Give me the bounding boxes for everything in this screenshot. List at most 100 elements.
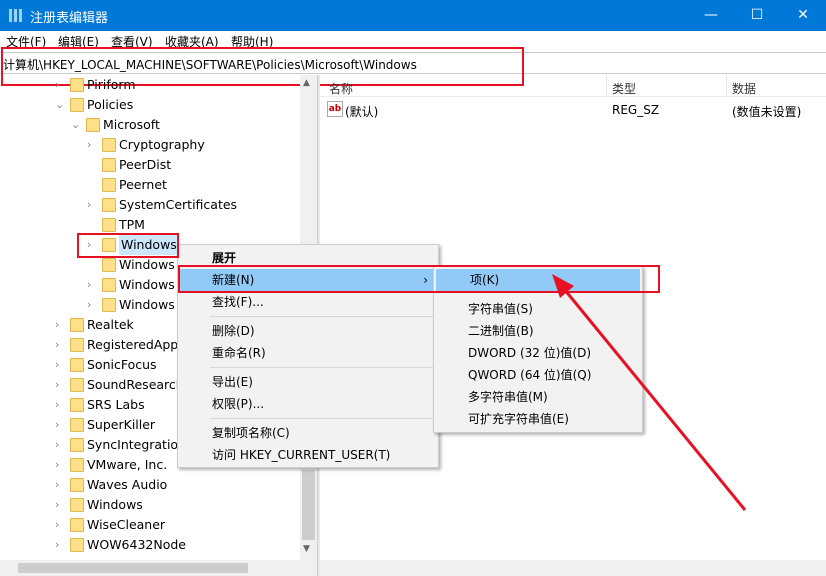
folder-icon [70, 338, 84, 352]
tree-item-label: Windows [87, 497, 143, 512]
window-title: 注册表编辑器 [30, 11, 109, 26]
value-type: REG_SZ [612, 103, 660, 117]
folder-icon [70, 458, 84, 472]
scroll-down-arrow-icon[interactable]: ▼ [303, 544, 310, 554]
chevron-right-icon[interactable]: › [55, 455, 65, 475]
close-button[interactable]: ✕ [780, 0, 826, 31]
string-value-icon: ab [327, 101, 343, 117]
chevron-right-icon[interactable]: › [87, 135, 97, 155]
folder-icon [102, 158, 116, 172]
tree-item[interactable]: › WOW6432Node [0, 535, 300, 555]
menu-item-permissions[interactable]: 权限(P)... [178, 393, 438, 415]
value-data: (数值未设置) [732, 105, 802, 119]
column-name[interactable]: 名称 [329, 80, 353, 97]
folder-icon [70, 378, 84, 392]
column-data[interactable]: 数据 [732, 80, 756, 97]
tree-item-label: Waves Audio [87, 477, 168, 492]
tree-item[interactable]: ⌄ Policies [0, 95, 300, 115]
folder-icon [70, 418, 84, 432]
tree-horizontal-scrollbar[interactable] [0, 560, 318, 576]
tree-item-label: Piriform [87, 77, 136, 92]
column-type[interactable]: 类型 [612, 80, 636, 97]
tree-item-label: Peernet [119, 177, 167, 192]
folder-icon [70, 98, 84, 112]
chevron-right-icon[interactable]: › [87, 195, 97, 215]
tree-scroll-thumb[interactable] [302, 470, 315, 540]
chevron-down-icon[interactable]: ⌄ [71, 115, 81, 135]
tree-item-label: PeerDist [119, 157, 172, 172]
menu-item-rename[interactable]: 重命名(R) [178, 342, 438, 364]
minimize-button[interactable]: — [688, 0, 734, 31]
menu-item-find[interactable]: 查找(F)... [178, 291, 438, 313]
chevron-right-icon[interactable]: › [87, 295, 97, 315]
tree-item-label: Windows [119, 297, 175, 312]
folder-icon [70, 438, 84, 452]
regedit-app-icon [9, 9, 23, 22]
chevron-right-icon[interactable]: › [55, 315, 65, 335]
tree-item[interactable]: › Waves Audio [0, 475, 300, 495]
tree-item-label: SoundResearch [87, 377, 184, 392]
tree-item-label: SuperKiller [87, 417, 156, 432]
folder-icon [70, 518, 84, 532]
chevron-right-icon[interactable]: › [55, 495, 65, 515]
tree-item-label: Windows [119, 257, 175, 272]
chevron-down-icon[interactable]: ⌄ [55, 95, 65, 115]
chevron-right-icon[interactable]: › [55, 75, 65, 95]
tree-item-label: SystemCertificates [119, 197, 238, 212]
title-bar: 注册表编辑器 — ☐ ✕ [0, 0, 826, 31]
tree-item-label: SonicFocus [87, 357, 157, 372]
tree-item-label: WOW6432Node [87, 537, 186, 552]
tree-item[interactable]: › SystemCertificates [0, 195, 300, 215]
list-horizontal-scrollbar[interactable] [320, 560, 826, 576]
menu-item-copy-key-name[interactable]: 复制项名称(C) [178, 422, 438, 444]
chevron-right-icon[interactable]: › [55, 535, 65, 555]
tree-item-label: Realtek [87, 317, 134, 332]
maximize-button[interactable]: ☐ [734, 0, 780, 31]
tree-item[interactable]: › Piriform [0, 75, 300, 95]
chevron-right-icon[interactable]: › [55, 435, 65, 455]
tree-item[interactable]: PeerDist [0, 155, 300, 175]
folder-icon [70, 358, 84, 372]
tree-item-label: SyncIntegration [87, 437, 187, 452]
tree-item[interactable]: Peernet [0, 175, 300, 195]
tree-item-label: Microsoft [103, 117, 160, 132]
value-name[interactable]: (默认) [345, 103, 378, 120]
tree-item-label: Cryptography [119, 137, 205, 152]
chevron-right-icon[interactable]: › [55, 415, 65, 435]
folder-icon [70, 78, 84, 92]
scroll-up-arrow-icon[interactable]: ▲ [303, 78, 310, 88]
tree-item-label: TPM [119, 217, 145, 232]
chevron-right-icon[interactable]: › [55, 515, 65, 535]
folder-icon [86, 118, 100, 132]
tree-item[interactable]: › Cryptography [0, 135, 300, 155]
chevron-right-icon[interactable]: › [87, 275, 97, 295]
annotation-box-windows-key [77, 233, 179, 258]
annotation-arrow-icon [552, 274, 747, 511]
tree-item[interactable]: › WiseCleaner [0, 515, 300, 535]
menu-item-goto-hkcu[interactable]: 访问 HKEY_CURRENT_USER(T) [178, 444, 438, 466]
chevron-right-icon[interactable]: › [55, 375, 65, 395]
folder-icon [102, 178, 116, 192]
tree-item-label: Policies [87, 97, 134, 112]
folder-icon [102, 278, 116, 292]
chevron-right-icon[interactable]: › [55, 355, 65, 375]
tree-item-label: VMware, Inc. [87, 457, 168, 472]
tree-item-label: SRS Labs [87, 397, 145, 412]
folder-icon [102, 138, 116, 152]
chevron-right-icon[interactable]: › [55, 395, 65, 415]
folder-icon [70, 318, 84, 332]
menu-item-export[interactable]: 导出(E) [178, 371, 438, 393]
tree-item-label: RegisteredApp [87, 337, 179, 352]
folder-icon [102, 198, 116, 212]
tree-item[interactable]: ⌄ Microsoft [0, 115, 300, 135]
folder-icon [70, 538, 84, 552]
chevron-right-icon[interactable]: › [55, 475, 65, 495]
folder-icon [102, 218, 116, 232]
folder-icon [102, 298, 116, 312]
folder-icon [70, 478, 84, 492]
menu-item-delete[interactable]: 删除(D) [178, 320, 438, 342]
tree-item-label: WiseCleaner [87, 517, 166, 532]
chevron-right-icon[interactable]: › [55, 335, 65, 355]
tree-item[interactable]: TPM [0, 215, 300, 235]
tree-item[interactable]: › Windows [0, 495, 300, 515]
